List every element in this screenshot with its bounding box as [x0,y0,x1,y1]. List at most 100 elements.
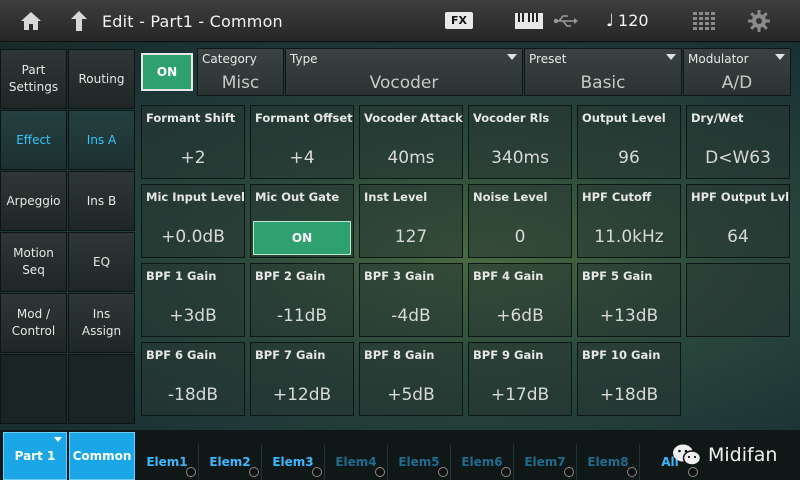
element-switch[interactable] [249,467,259,477]
grid-icon[interactable] [690,0,718,42]
part-selector[interactable]: Part 1 [3,432,67,480]
element-tab-2[interactable]: Elem2 [199,444,262,480]
param-formant-offset[interactable]: Formant Offset +4 [250,105,354,179]
element-switch[interactable] [312,467,322,477]
mic-out-gate-toggle[interactable]: ON [253,221,351,255]
element-label: Elem6 [461,455,503,469]
nav-ins-assign[interactable]: Ins Assign [68,293,135,353]
tempo-display[interactable]: ♩ 120 [606,0,649,42]
common-label: Common [72,449,132,463]
nav-label: Routing [78,71,125,86]
element-tab-3[interactable]: Elem3 [262,444,325,480]
nav-part-settings[interactable]: Part Settings [0,49,67,109]
main-panel: Part Settings Effect Arpeggio Motion Seq… [0,43,800,430]
nav-effect[interactable]: Effect [0,110,67,170]
param-bpf8-gain[interactable]: BPF 8 Gain +5dB [359,342,463,416]
param-mic-input-level[interactable]: Mic Input Level +0.0dB [141,184,245,258]
keyboard-icon[interactable] [514,0,544,42]
element-switch[interactable] [375,467,385,477]
param-inst-level[interactable]: Inst Level 127 [359,184,463,258]
param-value: 40ms [387,148,435,168]
param-label: BPF 1 Gain [146,269,217,283]
preset-selector[interactable]: Preset Basic [524,48,682,96]
param-bpf9-gain[interactable]: BPF 9 Gain +17dB [468,342,572,416]
nav-arpeggio[interactable]: Arpeggio [0,171,67,231]
element-label: Elem3 [272,455,314,469]
nav-mod-control[interactable]: Mod / Control [0,293,67,353]
element-switch[interactable] [186,467,196,477]
param-bpf5-gain[interactable]: BPF 5 Gain +13dB [577,263,681,337]
element-switch[interactable] [501,467,511,477]
gear-icon[interactable] [745,0,773,42]
param-label: BPF 5 Gain [582,269,653,283]
param-noise-level[interactable]: Noise Level 0 [468,184,572,258]
nav-routing[interactable]: Routing [68,49,135,109]
param-label: Inst Level [364,190,428,204]
element-label: Elem5 [398,455,440,469]
effect-on-button[interactable]: ON [141,53,193,91]
category-selector[interactable]: Category Misc [197,48,284,96]
nav-ins-b[interactable]: Ins B [68,171,135,231]
home-icon[interactable] [14,0,48,42]
param-bpf4-gain[interactable]: BPF 4 Gain +6dB [468,263,572,337]
element-switch[interactable] [627,467,637,477]
category-value: Misc [221,73,260,93]
param-label: HPF Output Lvl [691,190,790,204]
param-vocoder-attack[interactable]: Vocoder Attack 40ms [359,105,463,179]
param-value: D<W63 [705,148,771,168]
param-output-level[interactable]: Output Level 96 [577,105,681,179]
param-bpf1-gain[interactable]: BPF 1 Gain +3dB [141,263,245,337]
modulator-selector[interactable]: Modulator A/D [683,48,791,96]
nav-eq[interactable]: EQ [68,232,135,292]
chat-bubble-icon [673,444,702,466]
param-bpf10-gain[interactable]: BPF 10 Gain +18dB [577,342,681,416]
nav-label: Mod / Control [11,307,56,338]
param-hpf-cutoff[interactable]: HPF Cutoff 11.0kHz [577,184,681,258]
param-vocoder-rls[interactable]: Vocoder Rls 340ms [468,105,572,179]
element-tab-1[interactable]: Elem1 [136,444,199,480]
element-switch[interactable] [564,467,574,477]
element-tab-8[interactable]: Elem8 [577,444,640,480]
param-value: +3dB [169,306,217,326]
element-tab-4[interactable]: Elem4 [325,444,388,480]
nav-label: Ins B [86,193,117,208]
note-icon: ♩ [606,11,615,31]
param-value: 0 [514,227,526,247]
modulator-value: A/D [721,73,753,93]
element-label: Elem2 [209,455,251,469]
param-bpf3-gain[interactable]: BPF 3 Gain -4dB [359,263,463,337]
param-hpf-output-lvl[interactable]: HPF Output Lvl 64 [686,184,790,258]
element-switch[interactable] [438,467,448,477]
param-label: BPF 2 Gain [255,269,326,283]
nav-label: Ins Assign [81,307,122,338]
param-dry-wet[interactable]: Dry/Wet D<W63 [686,105,790,179]
param-value: +2 [180,148,206,168]
param-bpf2-gain[interactable]: BPF 2 Gain -11dB [250,263,354,337]
preset-value: Basic [580,73,626,93]
nav-label: Ins A [86,132,117,147]
nav-ins-a[interactable]: Ins A [68,110,135,170]
param-label: BPF 4 Gain [473,269,544,283]
element-tab-7[interactable]: Elem7 [514,444,577,480]
param-formant-shift[interactable]: Formant Shift +2 [141,105,245,179]
nav-label: Effect [16,132,51,147]
param-label: Noise Level [473,190,548,204]
param-value: +0.0dB [161,227,225,247]
up-arrow-icon[interactable] [64,0,94,42]
watermark-logo: Midifan [672,430,777,480]
dropdown-arrow-icon [775,54,785,60]
param-value: 127 [394,227,428,247]
nav-label: EQ [92,254,111,269]
fx-badge[interactable]: FX [445,12,473,29]
param-label: Formant Shift [146,111,236,125]
common-tab[interactable]: Common [69,432,135,480]
param-bpf6-gain[interactable]: BPF 6 Gain -18dB [141,342,245,416]
type-selector[interactable]: Type Vocoder [285,48,523,96]
element-tab-6[interactable]: Elem6 [451,444,514,480]
param-mic-out-gate[interactable]: Mic Out Gate ON [250,184,354,258]
param-label: Formant Offset [255,111,353,125]
nav-motion-seq[interactable]: Motion Seq [0,232,67,292]
param-bpf7-gain[interactable]: BPF 7 Gain +12dB [250,342,354,416]
dropdown-arrow-icon [54,437,62,442]
element-tab-5[interactable]: Elem5 [388,444,451,480]
